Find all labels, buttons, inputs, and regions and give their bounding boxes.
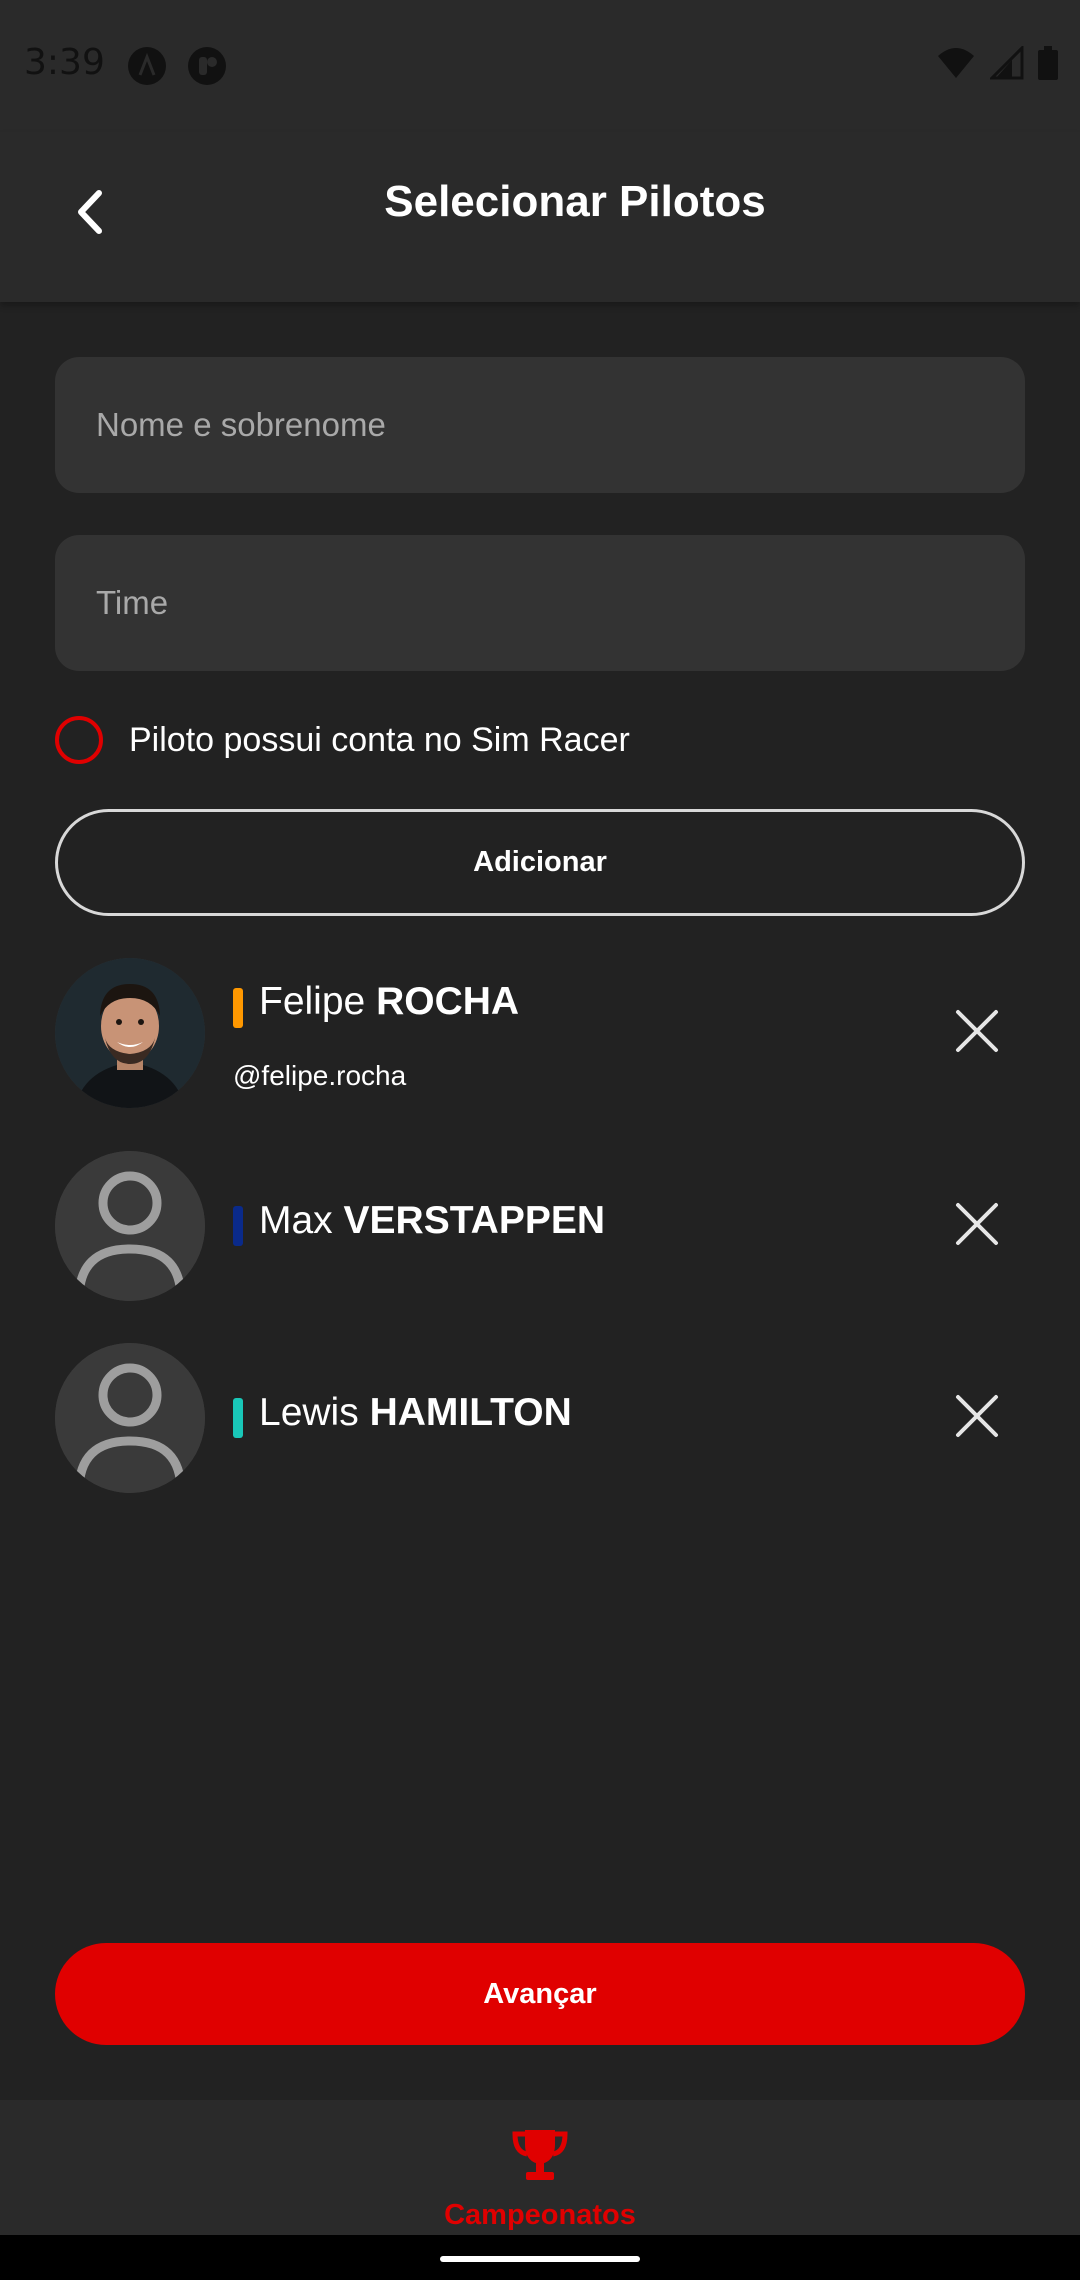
driver-item: Max VERSTAPPEN	[55, 1151, 1025, 1301]
close-icon	[954, 1008, 1000, 1059]
bottom-navigation: Campeonatos	[0, 2100, 1080, 2235]
driver-last-name: VERSTAPPEN	[343, 1199, 606, 1242]
cellular-signal-icon	[988, 44, 1024, 85]
app-header: Selecionar Pilotos	[0, 132, 1080, 302]
driver-last-name: HAMILTON	[369, 1391, 572, 1434]
nav-item-campeonatos[interactable]: Campeonatos	[420, 2128, 660, 2231]
avatar	[55, 1343, 205, 1493]
close-icon	[954, 1393, 1000, 1444]
team-color-bar	[233, 988, 243, 1028]
wifi-icon	[936, 46, 976, 85]
driver-name: Lewis HAMILTON	[259, 1391, 572, 1435]
driver-photo	[55, 958, 205, 1108]
driver-first-name: Lewis	[259, 1391, 359, 1434]
team-input[interactable]	[55, 535, 1025, 671]
add-button[interactable]: Adicionar	[55, 809, 1025, 916]
team-color-bar	[233, 1206, 243, 1246]
name-field-container	[55, 357, 1025, 493]
page-title: Selecionar Pilotos	[384, 177, 766, 226]
avatar	[55, 1151, 205, 1301]
nav-label: Campeonatos	[444, 2199, 636, 2231]
notification-app-icon	[188, 47, 226, 85]
person-placeholder-icon	[55, 1343, 205, 1493]
status-time: 3:39	[24, 42, 105, 83]
person-placeholder-icon	[55, 1151, 205, 1301]
battery-icon	[1038, 46, 1058, 85]
driver-name: Felipe ROCHA	[259, 980, 519, 1024]
remove-driver-button[interactable]	[929, 985, 1025, 1081]
team-color-bar	[233, 1398, 243, 1438]
driver-item: Felipe ROCHA @felipe.rocha	[55, 958, 1025, 1108]
sim-racer-radio[interactable]	[55, 716, 103, 764]
status-bar: 3:39	[0, 0, 1080, 132]
name-input[interactable]	[55, 357, 1025, 493]
close-icon	[954, 1201, 1000, 1252]
next-button[interactable]: Avançar	[55, 1943, 1025, 2045]
home-indicator[interactable]	[440, 2256, 640, 2262]
driver-first-name: Felipe	[259, 980, 366, 1023]
status-icons	[936, 44, 1058, 85]
team-field-container	[55, 535, 1025, 671]
driver-name: Max VERSTAPPEN	[259, 1199, 605, 1243]
trophy-icon	[511, 2128, 569, 2187]
driver-handle: @felipe.rocha	[233, 1060, 407, 1091]
remove-driver-button[interactable]	[929, 1370, 1025, 1466]
sim-racer-account-option[interactable]: Piloto possui conta no Sim Racer	[55, 712, 630, 768]
driver-first-name: Max	[259, 1199, 333, 1242]
notification-app-icon	[128, 47, 166, 85]
remove-driver-button[interactable]	[929, 1178, 1025, 1274]
avatar	[55, 958, 205, 1108]
driver-item: Lewis HAMILTON	[55, 1343, 1025, 1493]
sim-racer-label: Piloto possui conta no Sim Racer	[129, 720, 630, 759]
driver-last-name: ROCHA	[376, 980, 520, 1023]
